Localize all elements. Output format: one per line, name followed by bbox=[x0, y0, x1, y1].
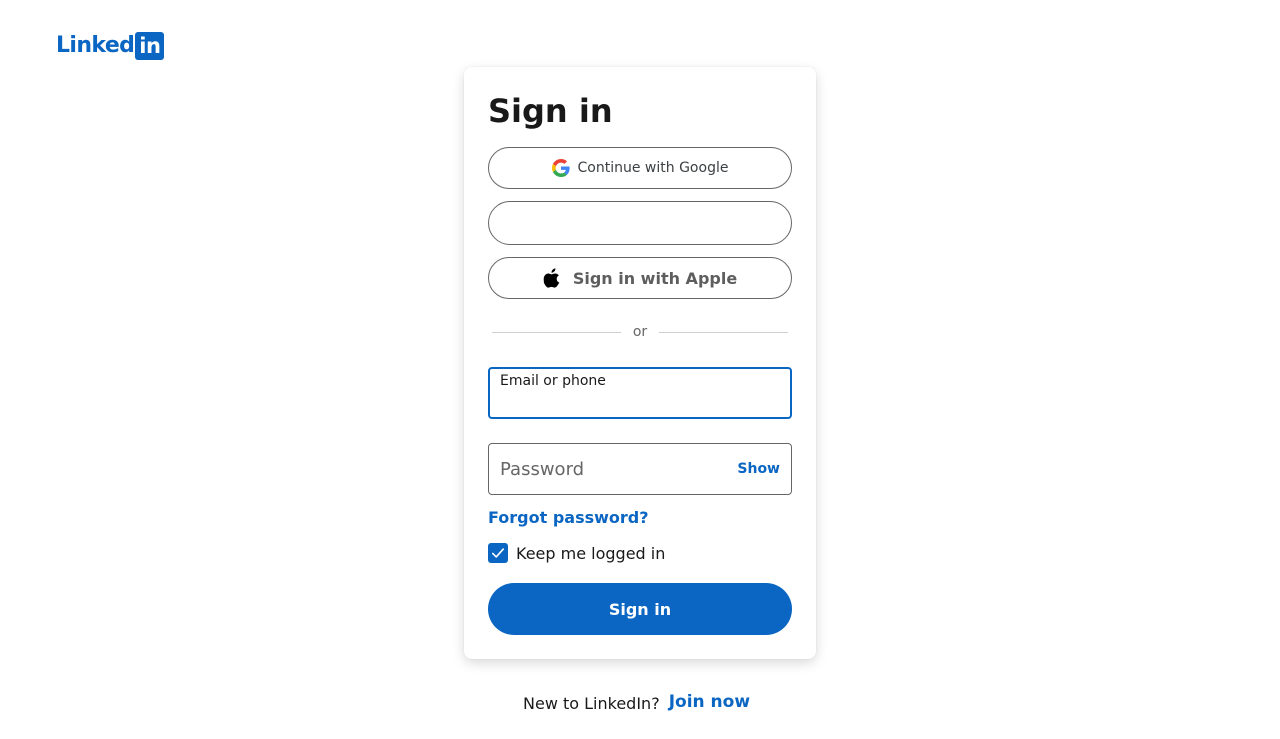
or-divider: or bbox=[492, 323, 789, 341]
divider-line-left bbox=[492, 331, 621, 333]
email-input[interactable] bbox=[500, 393, 780, 413]
email-field-label: Email or phone bbox=[500, 373, 606, 389]
sso-placeholder-button[interactable] bbox=[488, 201, 792, 245]
forgot-password-link[interactable]: Forgot password? bbox=[488, 508, 649, 527]
join-footer: New to LinkedIn? Join now bbox=[523, 692, 750, 714]
keep-logged-in-checkbox[interactable] bbox=[488, 543, 508, 563]
checkmark-icon bbox=[491, 548, 505, 558]
password-input[interactable] bbox=[500, 458, 720, 480]
keep-logged-in-label: Keep me logged in bbox=[516, 543, 666, 563]
sign-in-with-apple-button[interactable]: Sign in with Apple bbox=[488, 257, 792, 299]
apple-icon bbox=[543, 268, 561, 288]
apple-button-label: Sign in with Apple bbox=[572, 268, 738, 288]
google-g-icon bbox=[551, 159, 570, 177]
google-button-label: Continue with Google bbox=[577, 160, 729, 176]
logo-wordmark: Linked bbox=[56, 33, 135, 58]
sign-in-button[interactable]: Sign in bbox=[488, 583, 792, 635]
email-field[interactable]: Email or phone bbox=[488, 367, 792, 419]
linkedin-logo[interactable]: Linked in bbox=[56, 32, 165, 60]
signin-card: Sign in Continue with Google Sign in wit… bbox=[464, 67, 816, 659]
password-field[interactable]: Show bbox=[488, 443, 792, 495]
join-now-link[interactable]: Join now bbox=[669, 692, 750, 712]
show-password-button[interactable]: Show bbox=[737, 461, 780, 477]
continue-with-google-button[interactable]: Continue with Google bbox=[488, 147, 792, 189]
divider-line-right bbox=[659, 331, 789, 333]
divider-or-text: or bbox=[632, 324, 648, 340]
keep-logged-in-row[interactable]: Keep me logged in bbox=[488, 543, 665, 563]
page-title: Sign in bbox=[488, 92, 613, 130]
new-to-linkedin-text: New to LinkedIn? bbox=[523, 694, 660, 713]
logo-in-box: in bbox=[135, 32, 165, 60]
